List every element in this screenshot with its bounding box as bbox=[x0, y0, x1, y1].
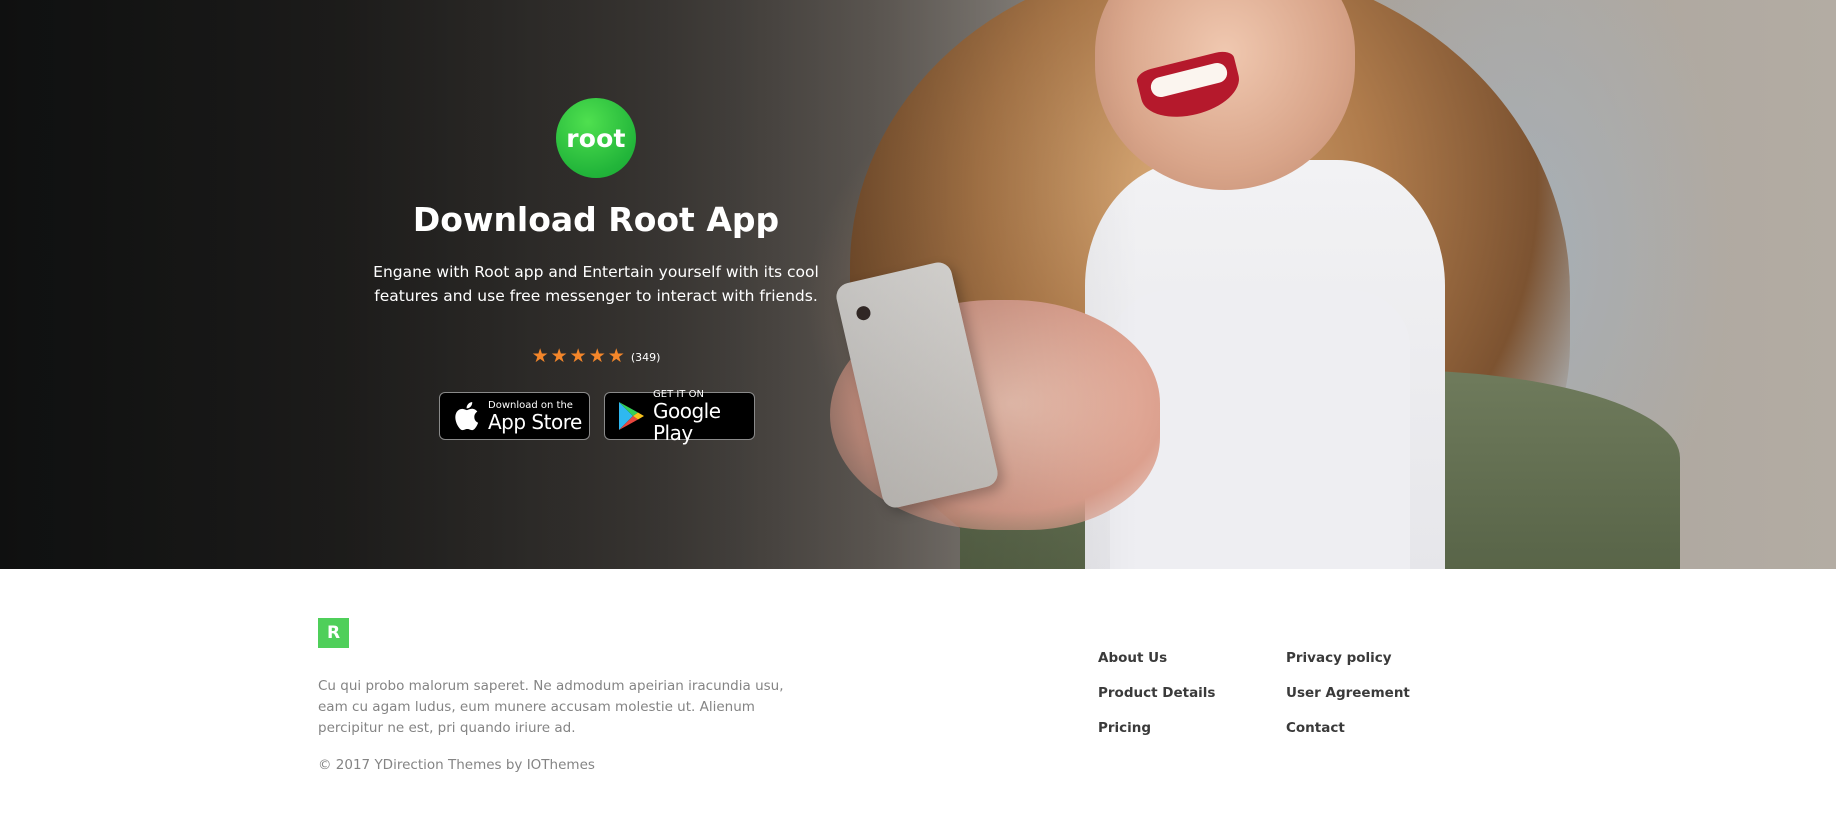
footer-link-pricing[interactable]: Pricing bbox=[1098, 718, 1215, 739]
store-buttons: Download on the App Store GET IT ON Goog… bbox=[439, 389, 755, 444]
rating-count: (349) bbox=[630, 350, 661, 364]
footer-link-product-details[interactable]: Product Details bbox=[1098, 683, 1215, 704]
footer-link-about-us[interactable]: About Us bbox=[1098, 648, 1215, 669]
app-store-label: App Store bbox=[488, 409, 582, 434]
footer-link-contact[interactable]: Contact bbox=[1286, 718, 1410, 739]
rating: ★ ★ ★ ★ ★ (349) bbox=[296, 346, 896, 368]
star-icon: ★ bbox=[607, 346, 625, 367]
google-play-text: GET IT ON Google Play bbox=[653, 389, 754, 444]
hero-section: root Download Root App Engane with Root … bbox=[0, 0, 1836, 569]
app-store-button[interactable]: Download on the App Store bbox=[439, 392, 590, 440]
hero-title: Download Root App bbox=[412, 200, 780, 239]
footer: R Cu qui probo malorum saperet. Ne admod… bbox=[0, 569, 1836, 813]
footer-link-user-agreement[interactable]: User Agreement bbox=[1286, 683, 1410, 704]
star-icon: ★ bbox=[531, 346, 549, 367]
footer-logo[interactable]: R bbox=[318, 618, 349, 648]
star-icon: ★ bbox=[569, 346, 587, 367]
hero-description: Engane with Root app and Entertain yours… bbox=[373, 263, 819, 305]
footer-description: Cu qui probo malorum saperet. Ne admodum… bbox=[318, 678, 784, 736]
hero-overlay bbox=[0, 0, 1836, 569]
google-play-button[interactable]: GET IT ON Google Play bbox=[604, 389, 755, 444]
root-logo: root bbox=[556, 98, 636, 178]
footer-links-col2: Privacy policy User Agreement Contact bbox=[1286, 648, 1410, 739]
app-store-small-label: Download on the bbox=[488, 399, 573, 411]
footer-links-col1: About Us Product Details Pricing bbox=[1098, 648, 1215, 739]
star-icon: ★ bbox=[550, 346, 568, 367]
footer-link-privacy-policy[interactable]: Privacy policy bbox=[1286, 648, 1410, 669]
apple-icon bbox=[452, 401, 480, 431]
google-play-icon bbox=[617, 401, 645, 431]
app-store-text: Download on the App Store bbox=[488, 400, 582, 433]
google-play-label: Google Play bbox=[653, 398, 721, 445]
google-play-small-label: GET IT ON bbox=[653, 388, 704, 400]
star-icon: ★ bbox=[588, 346, 606, 367]
footer-copyright: © 2017 YDirection Themes by IOThemes bbox=[318, 757, 595, 773]
